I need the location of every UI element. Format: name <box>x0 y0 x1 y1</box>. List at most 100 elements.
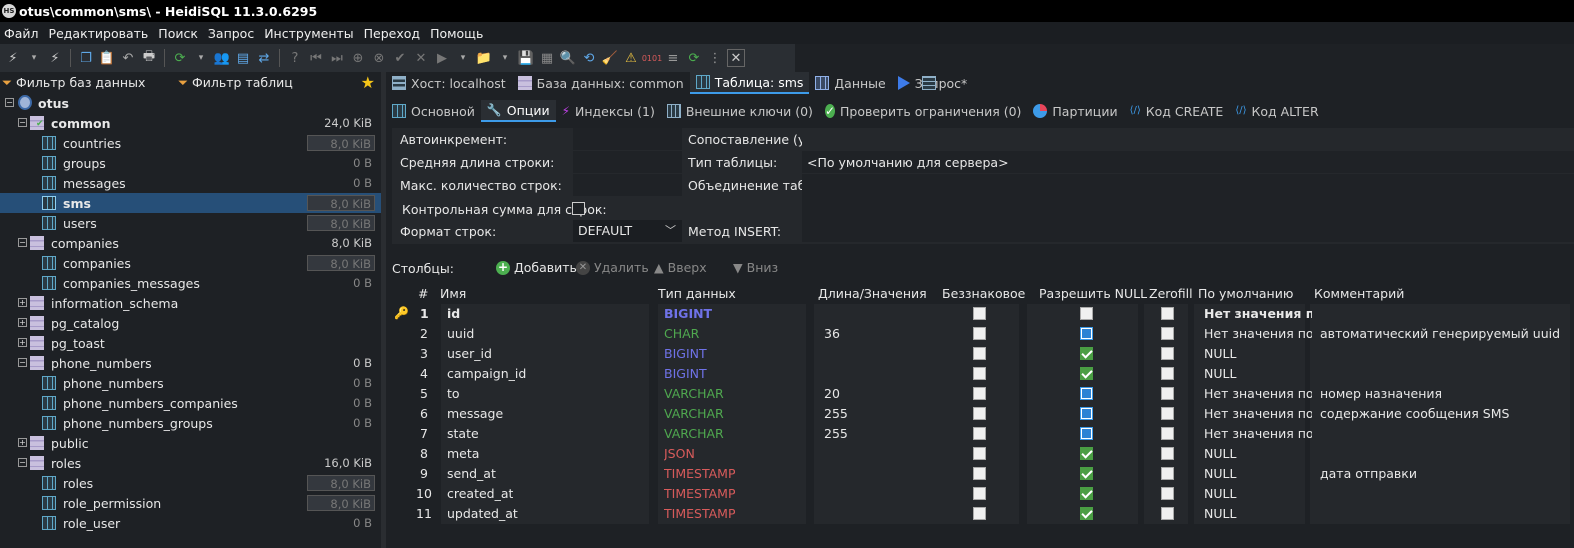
last-icon[interactable]: ⏭ <box>328 49 346 67</box>
zerofill-checkbox[interactable] <box>1161 467 1174 480</box>
column-name[interactable]: uuid <box>447 326 474 341</box>
undo-icon[interactable]: ↶ <box>119 49 137 67</box>
column-default[interactable]: NULL <box>1204 366 1312 381</box>
expand-icon[interactable]: + <box>18 298 27 307</box>
print-icon[interactable]: 🖶 <box>140 49 158 67</box>
column-length[interactable]: 255 <box>824 426 848 441</box>
column-type[interactable]: BIGINT <box>664 366 707 381</box>
menu-item[interactable]: Поиск <box>154 26 204 41</box>
tree-item[interactable]: + pg_toast <box>0 333 381 353</box>
collapse-icon[interactable]: − <box>18 458 27 467</box>
column-default[interactable]: NULL <box>1204 446 1312 461</box>
sync-icon[interactable]: ⇄ <box>255 49 273 67</box>
wrap-icon[interactable]: ≡ <box>664 49 682 67</box>
dropdown-icon[interactable]: ▾ <box>454 49 472 67</box>
menu-item[interactable]: Помощь <box>426 26 489 41</box>
tree-item[interactable]: + pg_catalog <box>0 313 381 333</box>
grid-header-cell[interactable]: Zerofill <box>1149 286 1193 301</box>
collapse-icon[interactable]: − <box>18 238 27 247</box>
save-as-icon[interactable]: ▦ <box>538 49 556 67</box>
allow-null-checkbox[interactable] <box>1080 507 1093 520</box>
filter-databases[interactable]: ⏷ Фильтр баз данных <box>0 75 178 91</box>
tree-item[interactable]: − roles 16,0 KiB <box>0 453 381 473</box>
allow-null-checkbox[interactable] <box>1080 407 1093 420</box>
column-name[interactable]: state <box>447 426 479 441</box>
zerofill-checkbox[interactable] <box>1161 487 1174 500</box>
unsigned-checkbox[interactable] <box>973 447 986 460</box>
column-name[interactable]: created_at <box>447 486 513 501</box>
delete-icon[interactable]: ⊗ <box>370 49 388 67</box>
unsigned-checkbox[interactable] <box>973 347 986 360</box>
save-icon[interactable]: 💾 <box>517 49 535 67</box>
first-icon[interactable]: ⏮ <box>307 49 325 67</box>
tab-1[interactable]: 🔧 Опции <box>480 100 556 122</box>
tree-item[interactable]: role_user 0 B <box>0 513 381 533</box>
menu-item[interactable]: Инструменты <box>260 26 359 41</box>
tree-item[interactable]: groups 0 B <box>0 153 381 173</box>
avg-row-length-input[interactable] <box>573 151 682 173</box>
unsigned-checkbox[interactable] <box>973 367 986 380</box>
tree-item[interactable]: phone_numbers 0 B <box>0 373 381 393</box>
column-type[interactable]: CHAR <box>664 326 699 341</box>
table-row[interactable]: 8 meta JSON NULL <box>394 444 1574 464</box>
grid-header-cell[interactable]: Комментарий <box>1314 286 1404 301</box>
move-up-button[interactable]: ▲ Вверх <box>654 260 707 275</box>
dropdown-icon[interactable]: ▾ <box>496 49 514 67</box>
column-length[interactable]: 255 <box>824 406 848 421</box>
tab-3[interactable]: Данные <box>809 72 891 94</box>
allow-null-checkbox[interactable] <box>1080 327 1093 340</box>
zerofill-checkbox[interactable] <box>1161 347 1174 360</box>
column-default[interactable]: NULL <box>1204 486 1312 501</box>
more-icon[interactable]: ⋮ <box>706 49 724 67</box>
refresh-icon[interactable]: ⟳ <box>171 49 189 67</box>
row-format-select[interactable]: DEFAULT ﹀ <box>573 220 682 242</box>
tree-root[interactable]: − otus <box>0 93 381 113</box>
tree-item[interactable]: companies_messages 0 B <box>0 273 381 293</box>
auto-increment-input[interactable] <box>573 128 682 150</box>
column-name[interactable]: to <box>447 386 460 401</box>
tab-5[interactable]: Партиции <box>1027 100 1123 122</box>
disconnect-icon[interactable]: ⚡ <box>46 49 64 67</box>
menu-item[interactable]: Файл <box>0 26 45 41</box>
column-type[interactable]: TIMESTAMP <box>664 486 735 501</box>
table-row[interactable]: 7 state VARCHAR 255 Нет значения по... <box>394 424 1574 444</box>
table-row[interactable]: 11 updated_at TIMESTAMP NULL <box>394 504 1574 524</box>
checksum-checkbox[interactable] <box>572 202 585 215</box>
column-length[interactable]: 20 <box>824 386 840 401</box>
allow-null-checkbox[interactable] <box>1080 487 1093 500</box>
tree-item[interactable]: messages 0 B <box>0 173 381 193</box>
run-icon[interactable]: ▶ <box>433 49 451 67</box>
zerofill-checkbox[interactable] <box>1161 387 1174 400</box>
table-row[interactable]: 4 campaign_id BIGINT NULL <box>394 364 1574 384</box>
column-comment[interactable]: автоматический генерируемый uuid <box>1320 326 1560 341</box>
column-type[interactable]: TIMESTAMP <box>664 466 735 481</box>
add-icon[interactable]: ⊕ <box>349 49 367 67</box>
allow-null-checkbox[interactable] <box>1080 427 1093 440</box>
tab-2[interactable]: Таблица: sms <box>689 72 810 94</box>
paste-icon[interactable]: 📋 <box>98 49 116 67</box>
tree-item[interactable]: phone_numbers_companies 0 B <box>0 393 381 413</box>
remove-column-button[interactable]: ✕ Удалить <box>576 260 649 275</box>
tab-2[interactable]: ⚡ Индексы (1) <box>556 100 661 122</box>
menu-item[interactable]: Редактировать <box>45 26 155 41</box>
column-default[interactable]: Нет значения по... <box>1204 326 1312 341</box>
table-row[interactable]: 5 to VARCHAR 20 Нет значения по... номер назн… <box>394 384 1574 404</box>
allow-null-checkbox[interactable] <box>1080 447 1093 460</box>
column-name[interactable]: send_at <box>447 466 496 481</box>
column-default[interactable]: NULL <box>1204 506 1312 521</box>
tree-item[interactable]: − phone_numbers 0 B <box>0 353 381 373</box>
tree-item[interactable]: countries 8,0 KiB <box>0 133 381 153</box>
column-name[interactable]: updated_at <box>447 506 518 521</box>
menu-item[interactable]: Запрос <box>204 26 260 41</box>
export-icon[interactable]: ▤ <box>234 49 252 67</box>
allow-null-checkbox[interactable] <box>1080 307 1093 320</box>
unsigned-checkbox[interactable] <box>973 427 986 440</box>
unsigned-checkbox[interactable] <box>973 467 986 480</box>
union-input[interactable] <box>802 174 1574 220</box>
column-default[interactable]: Нет значения п... <box>1204 306 1312 321</box>
tree-item[interactable]: role_permission 8,0 KiB <box>0 493 381 513</box>
allow-null-checkbox[interactable] <box>1080 467 1093 480</box>
unsigned-checkbox[interactable] <box>973 307 986 320</box>
unsigned-checkbox[interactable] <box>973 507 986 520</box>
zerofill-checkbox[interactable] <box>1161 307 1174 320</box>
